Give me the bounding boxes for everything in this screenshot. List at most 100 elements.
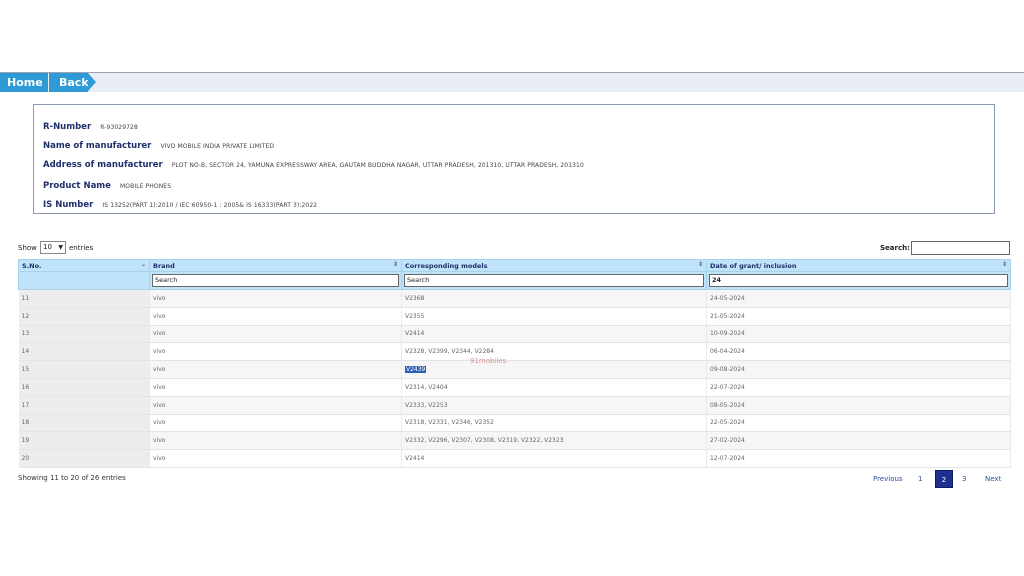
cell-date: 22-07-2024 [706, 378, 1011, 397]
sort-icon: ⌄ [140, 261, 146, 268]
entries-label: entries [69, 244, 94, 252]
table-row: 20 vivo V2414 12-07-2024 [18, 449, 1011, 468]
table-row: 15 vivo V2439 09-08-2024 [18, 360, 1011, 379]
cell-brand: vivo [149, 378, 402, 397]
sort-icon: ⇕ [392, 261, 398, 268]
cell-brand: vivo [149, 307, 402, 326]
address-label: Address of manufacturer [43, 160, 163, 170]
cell-brand: vivo [149, 289, 402, 308]
table-controls: Show 10 ▼ entries Search: [18, 241, 1010, 257]
table-row: 12 vivo V2355 21-05-2024 [18, 307, 1011, 326]
cell-date: 10-09-2024 [706, 325, 1011, 344]
models-table: S.No. ⌄ Brand ⇕ Corresponding models ⇕ Date… [18, 259, 1011, 468]
cell-date: 24-05-2024 [706, 289, 1011, 308]
manufacturer-value: VIVO MOBILE INDIA PRIVATE LIMITED [160, 143, 275, 150]
pagination-next[interactable]: Next [985, 470, 1001, 488]
watermark-logo: 91mobiles [470, 357, 507, 365]
cell-brand: vivo [149, 449, 402, 468]
column-header-brand[interactable]: Brand ⇕ [149, 259, 402, 272]
table-row: 14 vivo V2328, V2399, V2344, V2284 06-04… [18, 342, 1011, 362]
pagination-page-2-current[interactable]: 2 [935, 470, 953, 488]
brand-filter-input[interactable]: Search [152, 274, 399, 287]
table-row: 17 vivo V2333, V2253 08-05-2024 [18, 396, 1011, 415]
entries-select-value: 10 [43, 243, 52, 251]
cell-date: 09-08-2024 [706, 360, 1011, 379]
cell-sno: 20 [18, 449, 150, 468]
manufacturer-info-panel: R-Number R-93029728 Name of manufacturer… [33, 104, 995, 214]
is-number-row: IS Number IS 13252(PART 1):2010 / IEC 60… [43, 195, 318, 210]
cell-brand: vivo [149, 414, 402, 433]
table-row: 18 vivo V2318, V2331, V2346, V2352 22-05… [18, 414, 1011, 433]
cell-date: 08-05-2024 [706, 396, 1011, 415]
pagination-page-1[interactable]: 1 [918, 470, 922, 488]
table-header-row: S.No. ⌄ Brand ⇕ Corresponding models ⇕ Date… [18, 259, 1011, 272]
cell-sno: 14 [18, 342, 150, 362]
cell-sno: 19 [18, 431, 150, 451]
entries-per-page-select[interactable]: 10 ▼ [40, 241, 66, 254]
pagination-page-3[interactable]: 3 [962, 470, 966, 488]
cell-date: 22-05-2024 [706, 414, 1011, 433]
show-label: Show [18, 244, 37, 252]
cell-date: 06-04-2024 [706, 342, 1011, 362]
column-header-sno[interactable]: S.No. ⌄ [18, 259, 150, 272]
table-row: 11 vivo V2368 24-05-2024 [18, 289, 1011, 308]
column-header-date[interactable]: Date of grant/ inclusion ⇕ [706, 259, 1011, 272]
search-label: Search: [880, 244, 910, 252]
back-arrow-icon [88, 73, 96, 91]
cell-models: V2332, V2296, V2307, V2308, V2319, V2322… [401, 431, 707, 451]
cell-models: V2439 [401, 360, 707, 379]
home-link[interactable]: Home [0, 73, 48, 92]
cell-sno: 18 [18, 414, 150, 433]
filter-row: Search Search 24 [18, 271, 1011, 290]
manufacturer-row: Name of manufacturer VIVO MOBILE INDIA P… [43, 136, 275, 151]
cell-date: 27-02-2024 [706, 431, 1011, 451]
cell-models: V2318, V2331, V2346, V2352 [401, 414, 707, 433]
cell-sno: 11 [18, 289, 150, 308]
cell-models: V2314, V2404 [401, 378, 707, 397]
cell-models: V2414 [401, 325, 707, 344]
cell-sno: 12 [18, 307, 150, 326]
table-row: 19 vivo V2332, V2296, V2307, V2308, V231… [18, 431, 1011, 451]
filter-cell-empty [18, 271, 150, 290]
r-number-label: R-Number [43, 122, 92, 132]
selected-model-text[interactable]: V2439 [405, 366, 427, 374]
manufacturer-label: Name of manufacturer [43, 141, 152, 151]
product-label: Product Name [43, 181, 111, 191]
r-number-row: R-Number R-93029728 [43, 117, 138, 132]
cell-brand: vivo [149, 360, 402, 379]
table-row: 13 vivo V2414 10-09-2024 [18, 325, 1011, 344]
pagination-previous[interactable]: Previous [873, 470, 903, 488]
cell-brand: vivo [149, 396, 402, 415]
search-input[interactable] [911, 241, 1010, 255]
column-header-models[interactable]: Corresponding models ⇕ [401, 259, 707, 272]
cell-models: V2355 [401, 307, 707, 326]
cell-brand: vivo [149, 431, 402, 451]
address-row: Address of manufacturer PLOT NO-B, SECTO… [43, 155, 584, 170]
address-value: PLOT NO-B, SECTOR 24, YAMUNA EXPRESSWAY … [171, 162, 584, 169]
cell-models: V2328, V2399, V2344, V2284 [401, 342, 707, 362]
is-number-value: IS 13252(PART 1):2010 / IEC 60950-1 : 20… [102, 202, 318, 209]
product-value: MOBILE PHONES [120, 183, 172, 190]
cell-models: V2414 [401, 449, 707, 468]
cell-date: 21-05-2024 [706, 307, 1011, 326]
cell-sno: 17 [18, 396, 150, 415]
is-number-label: IS Number [43, 200, 94, 210]
nav-bar: Home Back [0, 73, 1024, 92]
cell-sno: 13 [18, 325, 150, 344]
cell-brand: vivo [149, 342, 402, 362]
cell-sno: 16 [18, 378, 150, 397]
cell-models: V2368 [401, 289, 707, 308]
sort-icon: ⇕ [697, 261, 703, 268]
cell-sno: 15 [18, 360, 150, 379]
r-number-value: R-93029728 [100, 124, 138, 131]
product-row: Product Name MOBILE PHONES [43, 176, 172, 191]
cell-brand: vivo [149, 325, 402, 344]
pagination-info: Showing 11 to 20 of 26 entries [18, 474, 126, 482]
models-filter-input[interactable]: Search [404, 274, 704, 287]
cell-date: 12-07-2024 [706, 449, 1011, 468]
date-filter-input[interactable]: 24 [709, 274, 1008, 287]
cell-models: V2333, V2253 [401, 396, 707, 415]
sort-icon: ⇕ [1001, 261, 1007, 268]
chevron-down-icon: ▼ [58, 244, 63, 251]
back-link[interactable]: Back [48, 73, 89, 92]
